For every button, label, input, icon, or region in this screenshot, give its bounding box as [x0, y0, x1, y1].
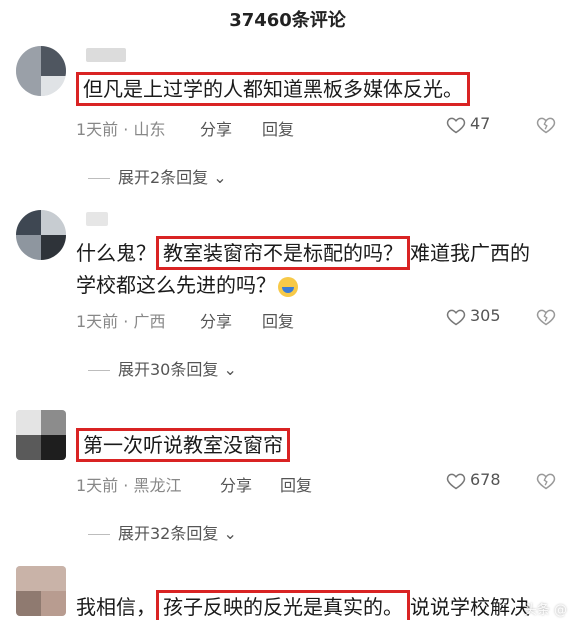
divider: [88, 178, 110, 179]
like-count: 47: [470, 114, 491, 133]
like-button[interactable]: 678: [446, 470, 501, 491]
share-button[interactable]: 分享: [200, 308, 232, 332]
broken-heart-icon: [536, 309, 556, 325]
comment-meta: 1天前 · 广西 分享 回复 305: [76, 304, 561, 332]
plain-text: 我相信，: [76, 595, 156, 619]
broken-heart-icon: [536, 473, 556, 489]
heart-icon: [446, 473, 466, 489]
like-count: 305: [470, 306, 501, 325]
expand-replies-button[interactable]: 展开32条回复 ⌄: [88, 520, 237, 544]
highlighted-text: 第一次听说教室没窗帘: [76, 428, 290, 462]
avatar[interactable]: [16, 566, 66, 616]
heart-icon: [446, 117, 466, 133]
chevron-down-icon: ⌄: [218, 360, 237, 379]
highlighted-text: 孩子反映的反光是真实的。: [156, 590, 410, 620]
avatar[interactable]: [16, 410, 66, 460]
comment-text: 但凡是上过学的人都知道黑板多媒体反光。: [76, 72, 470, 106]
time-location: 1天前 · 山东: [76, 120, 166, 139]
watermark: 头条 @: [523, 603, 567, 618]
expand-label: 展开2条回复: [118, 168, 209, 187]
laughing-emoji-icon: [278, 276, 298, 297]
divider: [88, 534, 110, 535]
avatar[interactable]: [16, 46, 66, 96]
plain-text: 说说学校解决: [410, 595, 530, 619]
comment-text: 什么鬼？ 教室装窗帘不是标配的吗？ 难道我广西的: [76, 236, 530, 270]
dislike-button[interactable]: [536, 114, 560, 135]
comment-text: 我相信， 孩子反映的反光是真实的。 说说学校解决: [76, 590, 530, 620]
highlighted-text: 教室装窗帘不是标配的吗？: [156, 236, 410, 270]
chevron-down-icon: ⌄: [208, 168, 227, 187]
share-button[interactable]: 分享: [200, 116, 232, 140]
expand-replies-button[interactable]: 展开2条回复 ⌄: [88, 164, 227, 188]
comment-text: 第一次听说教室没窗帘: [76, 428, 290, 462]
avatar[interactable]: [16, 210, 66, 260]
like-button[interactable]: 305: [446, 306, 501, 327]
plain-text: 什么鬼？: [76, 241, 156, 265]
dislike-button[interactable]: [536, 470, 560, 491]
plain-text: 学校都这么先进的吗？: [76, 273, 276, 297]
username-placeholder: [86, 48, 126, 62]
reply-button[interactable]: 回复: [280, 472, 312, 496]
divider: [88, 370, 110, 371]
expand-replies-button[interactable]: 展开30条回复 ⌄: [88, 356, 237, 380]
username-placeholder: [86, 212, 108, 226]
time-location: 1天前 · 黑龙江: [76, 476, 182, 495]
expand-label: 展开30条回复: [118, 360, 219, 379]
heart-icon: [446, 309, 466, 325]
share-button[interactable]: 分享: [220, 472, 252, 496]
comment-text-line2: 学校都这么先进的吗？: [76, 268, 298, 302]
expand-label: 展开32条回复: [118, 524, 219, 543]
reply-button[interactable]: 回复: [262, 116, 294, 140]
comment-meta: 1天前 · 山东 分享 回复 47: [76, 112, 561, 140]
like-count: 678: [470, 470, 501, 489]
chevron-down-icon: ⌄: [218, 524, 237, 543]
comment-meta: 1天前 · 黑龙江 分享 回复 678: [76, 468, 561, 496]
comment-count-title: 37460条评论: [229, 10, 346, 31]
broken-heart-icon: [536, 117, 556, 133]
reply-button[interactable]: 回复: [262, 308, 294, 332]
plain-text: 难道我广西的: [410, 241, 530, 265]
time-location: 1天前 · 广西: [76, 312, 166, 331]
comment-page: 37460条评论 但凡是上过学的人都知道黑板多媒体反光。 1天前 · 山东 分享…: [0, 0, 575, 620]
like-button[interactable]: 47: [446, 114, 490, 135]
dislike-button[interactable]: [536, 306, 560, 327]
highlighted-text: 但凡是上过学的人都知道黑板多媒体反光。: [76, 72, 470, 106]
